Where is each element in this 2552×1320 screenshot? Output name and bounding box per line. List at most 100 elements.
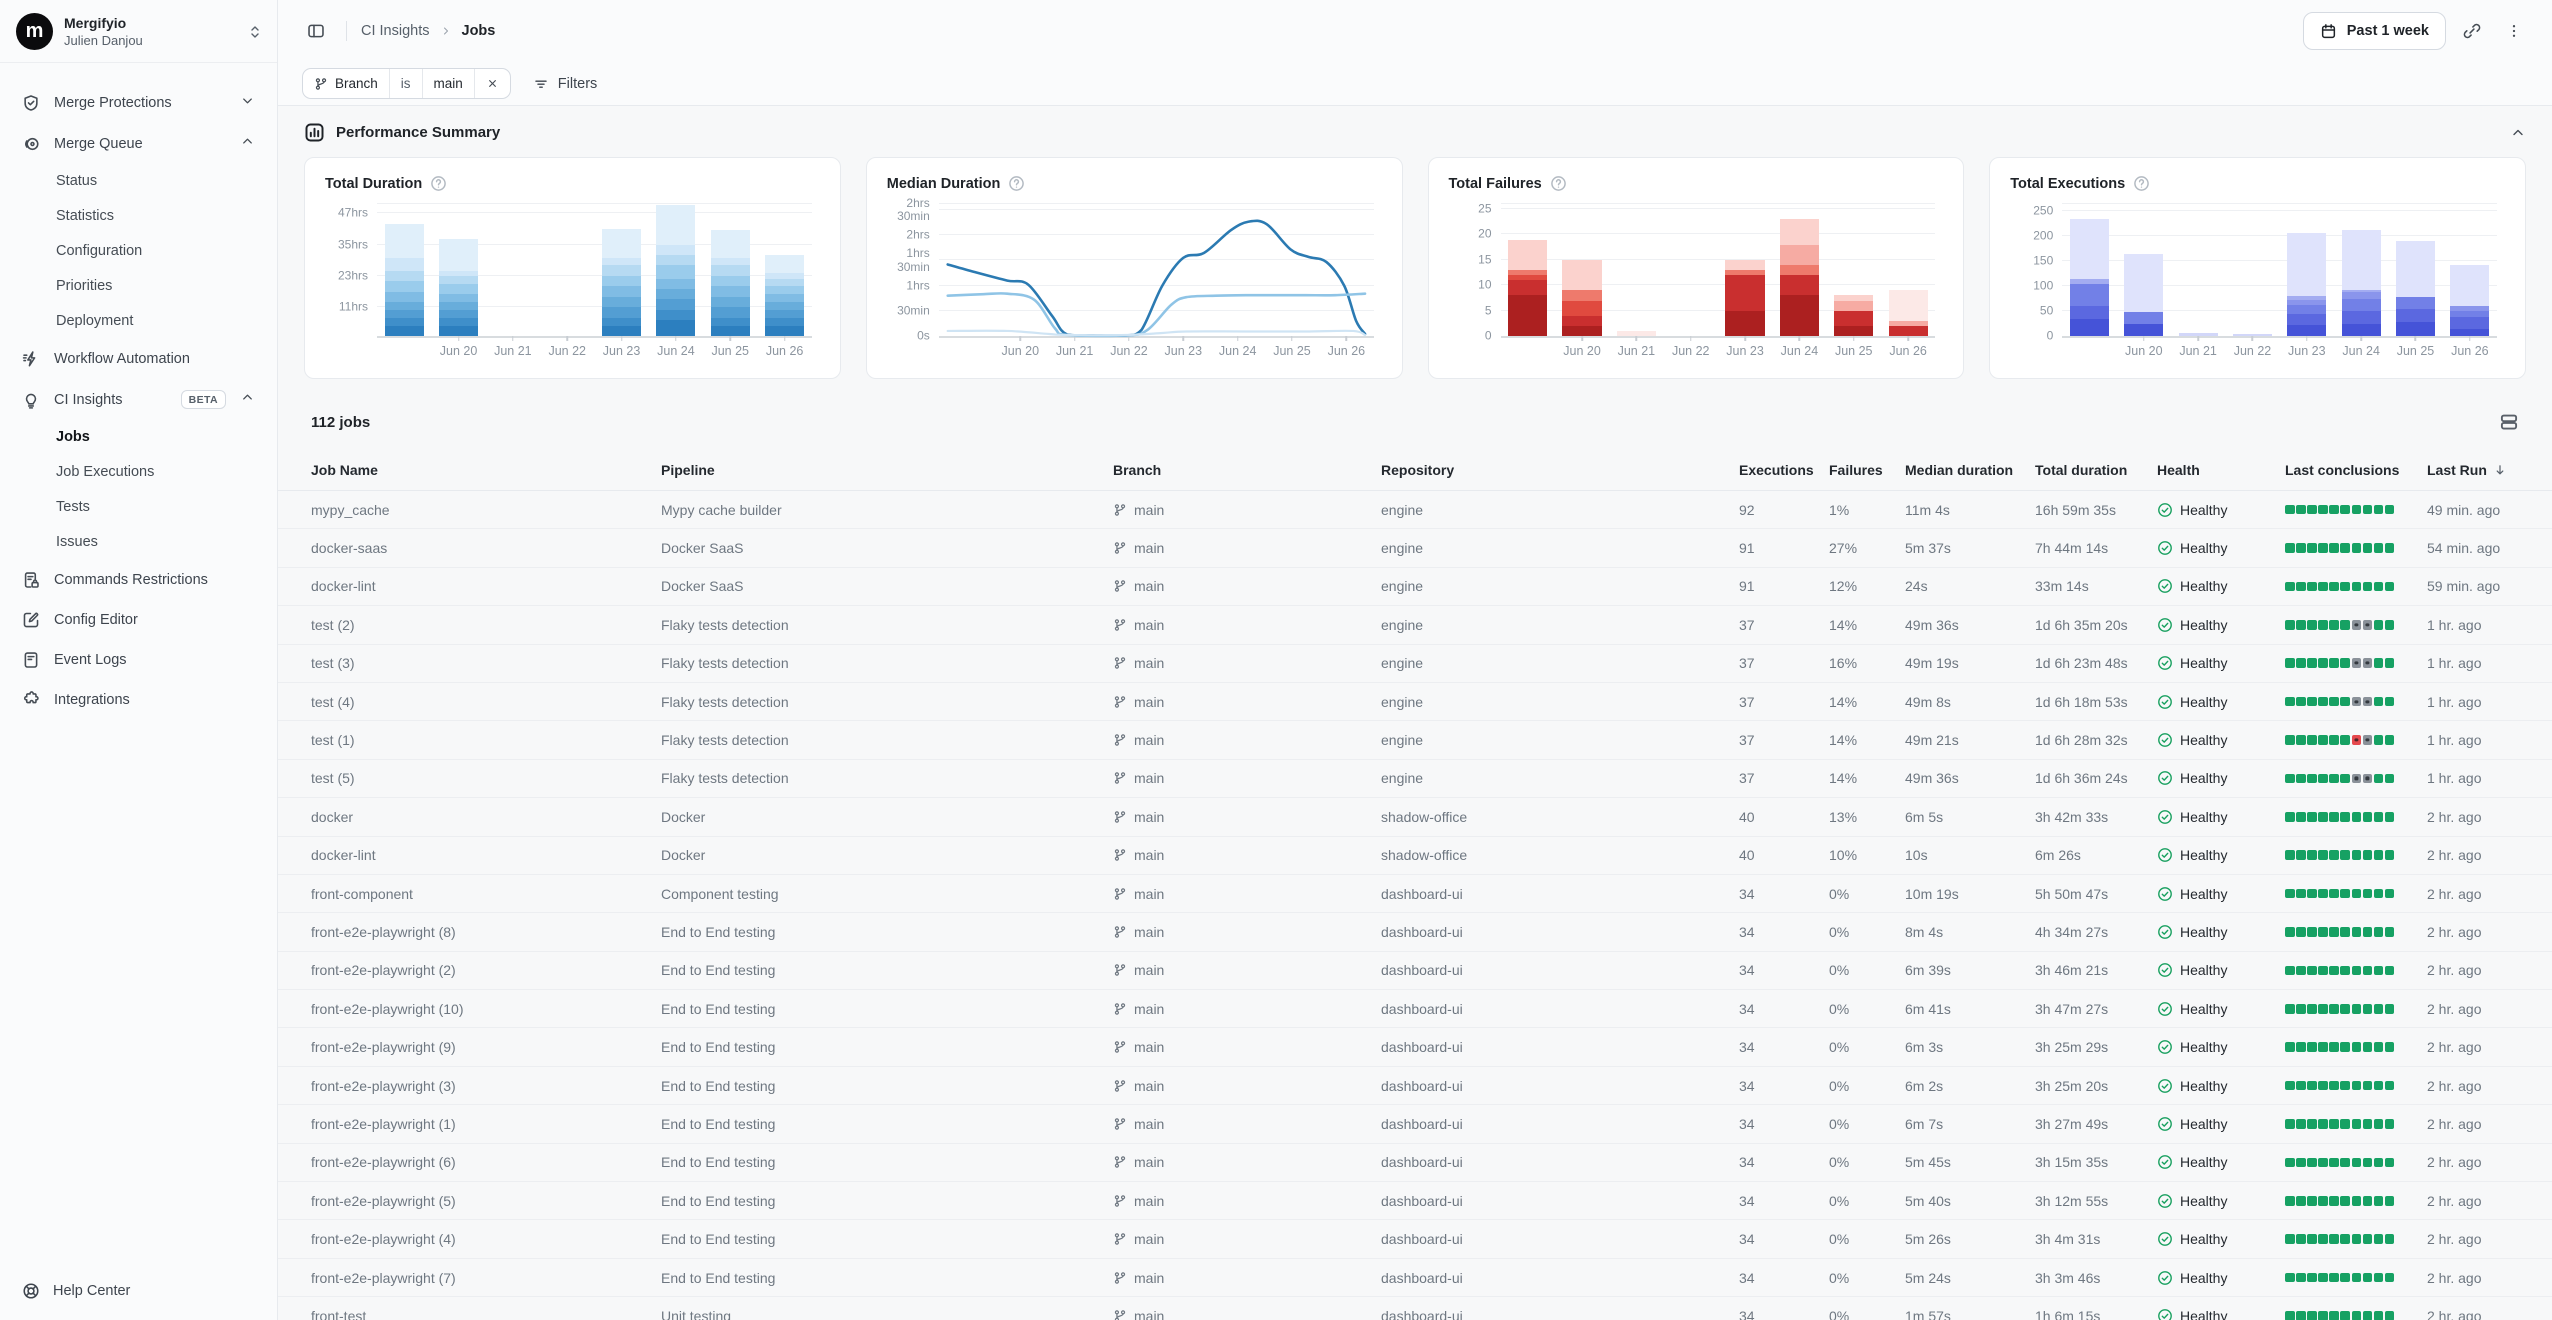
column-header-branch[interactable]: Branch (1113, 462, 1381, 478)
job-name-cell[interactable]: front-e2e-playwright (3) (311, 1078, 661, 1094)
conclusion-success-square[interactable] (2363, 1119, 2373, 1129)
column-header-executions[interactable]: Executions (1739, 462, 1829, 478)
filter-chip-value[interactable]: main (422, 69, 474, 98)
conclusion-success-square[interactable] (2329, 850, 2339, 860)
share-link-button[interactable] (2456, 15, 2488, 47)
conclusion-success-square[interactable] (2374, 658, 2384, 668)
stacked-bar[interactable] (1508, 240, 1547, 336)
conclusion-success-square[interactable] (2318, 735, 2328, 745)
conclusion-success-square[interactable] (2296, 1196, 2306, 1206)
row-density-icon[interactable] (2499, 412, 2519, 432)
conclusion-success-square[interactable] (2307, 966, 2317, 976)
conclusion-success-square[interactable] (2340, 1081, 2350, 1091)
conclusion-success-square[interactable] (2352, 1273, 2362, 1283)
conclusion-success-square[interactable] (2363, 582, 2373, 592)
conclusion-success-square[interactable] (2374, 966, 2384, 976)
conclusion-success-square[interactable] (2307, 889, 2317, 899)
conclusion-success-square[interactable] (2363, 850, 2373, 860)
conclusion-success-square[interactable] (2340, 658, 2350, 668)
conclusion-success-square[interactable] (2363, 1234, 2373, 1244)
conclusion-success-square[interactable] (2318, 850, 2328, 860)
column-header-total-duration[interactable]: Total duration (2035, 462, 2157, 478)
column-header-last-run[interactable]: Last Run (2427, 462, 2519, 478)
more-options-button[interactable] (2498, 15, 2530, 47)
conclusion-success-square[interactable] (2285, 889, 2295, 899)
sidebar-toggle-button[interactable] (300, 15, 332, 47)
job-name-cell[interactable]: front-e2e-playwright (5) (311, 1193, 661, 1209)
conclusion-success-square[interactable] (2374, 543, 2384, 553)
conclusion-success-square[interactable] (2363, 1158, 2373, 1168)
conclusion-success-square[interactable] (2329, 1042, 2339, 1052)
conclusion-success-square[interactable] (2318, 927, 2328, 937)
column-header-pipeline[interactable]: Pipeline (661, 462, 1113, 478)
job-name-cell[interactable]: test (1) (311, 732, 661, 748)
job-name-cell[interactable]: test (4) (311, 694, 661, 710)
stacked-bar[interactable] (711, 230, 750, 336)
conclusion-success-square[interactable] (2296, 697, 2306, 707)
stacked-bar[interactable] (2233, 334, 2272, 336)
stacked-bar[interactable] (2342, 230, 2381, 336)
table-row[interactable]: front-e2e-playwright (3) End to End test… (278, 1067, 2552, 1105)
filter-chip-remove[interactable] (474, 69, 510, 98)
conclusion-success-square[interactable] (2307, 697, 2317, 707)
conclusion-success-square[interactable] (2385, 1234, 2395, 1244)
table-row[interactable]: docker Docker main shadow-office 40 13% … (278, 798, 2552, 836)
job-name-cell[interactable]: test (5) (311, 770, 661, 786)
conclusion-success-square[interactable] (2385, 889, 2395, 899)
conclusion-neutral-square[interactable] (2363, 697, 2373, 707)
conclusion-success-square[interactable] (2363, 966, 2373, 976)
conclusion-success-square[interactable] (2285, 1234, 2295, 1244)
sidebar-item-statistics[interactable]: Statistics (12, 199, 265, 233)
conclusion-success-square[interactable] (2352, 582, 2362, 592)
conclusion-success-square[interactable] (2318, 505, 2328, 515)
column-header-repository[interactable]: Repository (1381, 462, 1739, 478)
conclusion-success-square[interactable] (2285, 582, 2295, 592)
conclusion-success-square[interactable] (2329, 697, 2339, 707)
conclusion-success-square[interactable] (2340, 582, 2350, 592)
conclusion-success-square[interactable] (2352, 966, 2362, 976)
sidebar-item-priorities[interactable]: Priorities (12, 269, 265, 303)
job-name-cell[interactable]: docker-lint (311, 578, 661, 594)
conclusion-success-square[interactable] (2285, 1196, 2295, 1206)
job-name-cell[interactable]: test (3) (311, 655, 661, 671)
conclusion-success-square[interactable] (2296, 505, 2306, 515)
sidebar-item-event-logs[interactable]: Event Logs (12, 641, 265, 679)
conclusion-success-square[interactable] (2296, 735, 2306, 745)
conclusion-success-square[interactable] (2307, 505, 2317, 515)
collapse-summary-button[interactable] (2510, 125, 2526, 141)
conclusion-success-square[interactable] (2329, 1119, 2339, 1129)
breadcrumb-section[interactable]: CI Insights (361, 23, 430, 39)
question-circle-icon[interactable] (430, 175, 447, 192)
conclusion-success-square[interactable] (2285, 658, 2295, 668)
job-name-cell[interactable]: docker-saas (311, 540, 661, 556)
job-name-cell[interactable]: docker-lint (311, 847, 661, 863)
conclusion-success-square[interactable] (2307, 1273, 2317, 1283)
conclusion-success-square[interactable] (2296, 1311, 2306, 1320)
conclusion-success-square[interactable] (2374, 697, 2384, 707)
table-row[interactable]: front-e2e-playwright (9) End to End test… (278, 1028, 2552, 1066)
sidebar-item-ci-insights[interactable]: CI InsightsBETA (12, 380, 265, 419)
table-row[interactable]: front-e2e-playwright (4) End to End test… (278, 1220, 2552, 1258)
conclusion-success-square[interactable] (2329, 1158, 2339, 1168)
table-row[interactable]: front-e2e-playwright (6) End to End test… (278, 1144, 2552, 1182)
table-row[interactable]: test (2) Flaky tests detection main engi… (278, 606, 2552, 644)
conclusion-success-square[interactable] (2329, 774, 2339, 784)
org-switcher[interactable]: m Mergifyio Julien Danjou (0, 0, 277, 63)
conclusion-success-square[interactable] (2374, 1081, 2384, 1091)
conclusion-success-square[interactable] (2285, 927, 2295, 937)
conclusion-success-square[interactable] (2340, 735, 2350, 745)
conclusion-success-square[interactable] (2296, 966, 2306, 976)
conclusion-success-square[interactable] (2329, 1004, 2339, 1014)
conclusion-success-square[interactable] (2340, 850, 2350, 860)
conclusion-success-square[interactable] (2307, 1119, 2317, 1129)
stacked-bar[interactable] (2287, 233, 2326, 336)
column-header-failures[interactable]: Failures (1829, 462, 1905, 478)
conclusion-success-square[interactable] (2374, 1311, 2384, 1320)
stacked-bar[interactable] (1617, 331, 1656, 336)
conclusion-success-square[interactable] (2307, 582, 2317, 592)
conclusion-success-square[interactable] (2318, 620, 2328, 630)
conclusion-success-square[interactable] (2318, 1004, 2328, 1014)
conclusion-neutral-square[interactable] (2363, 774, 2373, 784)
table-row[interactable]: mypy_cache Mypy cache builder main engin… (278, 491, 2552, 529)
conclusion-success-square[interactable] (2285, 1158, 2295, 1168)
